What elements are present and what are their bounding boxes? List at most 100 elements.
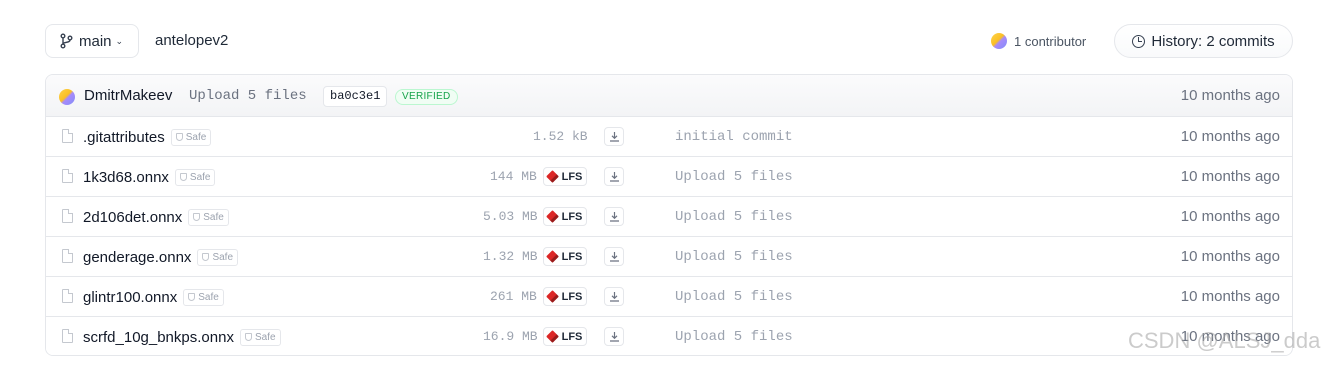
file-commit-message[interactable]: initial commit [675,117,793,157]
table-row: 2d106det.onnx Safe 5.03 MB LFS Upload 5 … [46,197,1292,237]
file-time: 10 months ago [1180,208,1280,225]
verified-badge: VERIFIED [395,89,458,105]
lfs-label: LFS [561,290,583,303]
file-icon [62,129,73,143]
safe-label: Safe [254,331,276,343]
file-name-link[interactable]: genderage.onnx [83,249,191,266]
lfs-icon [545,290,559,303]
file-time: 10 months ago [1180,168,1280,185]
lfs-icon [545,210,559,223]
file-commit-message[interactable]: Upload 5 files [675,317,793,355]
contributors-link[interactable]: 1 contributor [991,24,1086,58]
download-icon [609,292,619,302]
table-row: .gitattributes Safe 1.52 kB initial comm… [46,117,1292,157]
lfs-badge[interactable]: LFS [543,247,587,266]
safe-badge[interactable]: Safe [239,328,281,346]
safe-badge[interactable]: Safe [197,248,239,266]
commit-message-link[interactable]: Upload 5 files [189,75,307,117]
lfs-label: LFS [561,250,583,263]
lfs-badge[interactable]: LFS [543,167,587,186]
file-icon [62,289,73,303]
file-commit-message[interactable]: Upload 5 files [675,197,793,237]
history-label: History: 2 commits [1151,32,1275,50]
file-size: 5.03 MB [483,209,538,224]
safe-label: Safe [198,291,219,303]
file-commit-message[interactable]: Upload 5 files [675,277,793,317]
file-table: DmitrMakeev Upload 5 files ba0c3e1 VERIF… [45,74,1293,356]
file-icon [62,209,73,223]
file-name-link[interactable]: scrfd_10g_bnkps.onnx [83,329,234,346]
commit-author-link[interactable]: DmitrMakeev [84,75,172,117]
file-name-link[interactable]: 1k3d68.onnx [83,169,169,186]
branch-icon [60,33,73,49]
download-button[interactable] [604,247,624,266]
download-button[interactable] [604,287,624,306]
file-name-link[interactable]: .gitattributes [83,129,165,146]
download-icon [609,212,619,222]
lfs-icon [545,250,559,263]
file-time: 10 months ago [1180,128,1280,145]
file-time: 10 months ago [1180,248,1280,265]
table-row: glintr100.onnx Safe 261 MB LFS Upload 5 … [46,277,1292,317]
history-button[interactable]: History: 2 commits [1114,24,1293,58]
safe-label: Safe [203,211,224,223]
clock-icon [1132,34,1146,48]
shield-icon [202,253,210,261]
safe-badge[interactable]: Safe [188,208,229,226]
lfs-label: LFS [561,170,583,183]
file-time: 10 months ago [1180,328,1280,345]
download-button[interactable] [604,167,624,186]
file-commit-message[interactable]: Upload 5 files [675,237,793,277]
shield-icon [179,173,187,181]
safe-label: Safe [185,131,207,143]
file-size: 16.9 MB [483,329,538,344]
avatar [59,89,75,105]
file-size: 144 MB [490,169,537,184]
branch-label: main [79,32,112,50]
safe-badge[interactable]: Safe [174,168,216,186]
file-icon [62,329,73,343]
file-icon [62,249,73,263]
table-row: genderage.onnx Safe 1.32 MB LFS Upload 5… [46,237,1292,277]
file-commit-message[interactable]: Upload 5 files [675,157,793,197]
file-name-link[interactable]: 2d106det.onnx [83,209,182,226]
shield-icon [193,213,201,221]
chevron-down-icon: ⌄ [115,35,124,46]
safe-label: Safe [212,251,234,263]
safe-label: Safe [189,171,211,183]
contributors-label: 1 contributor [1014,33,1087,49]
avatar [991,33,1007,49]
file-size: 261 MB [490,289,537,304]
lfs-badge[interactable]: LFS [543,207,587,226]
branch-selector-button[interactable]: main ⌄ [45,24,139,58]
shield-icon [244,333,252,341]
lfs-badge[interactable]: LFS [543,327,587,346]
commit-time: 10 months ago [1180,87,1280,104]
shield-icon [188,293,196,301]
safe-badge[interactable]: Safe [170,128,212,146]
repo-toolbar: main ⌄ antelopev2 1 contributor History:… [45,24,1293,58]
lfs-icon [545,170,559,183]
file-time: 10 months ago [1180,288,1280,305]
download-icon [609,252,619,262]
file-name-link[interactable]: glintr100.onnx [83,289,177,306]
download-button[interactable] [604,127,624,146]
download-button[interactable] [604,327,624,346]
file-size: 1.32 MB [483,249,538,264]
file-icon [62,169,73,183]
download-icon [609,132,619,142]
commit-hash-link[interactable]: ba0c3e1 [323,86,388,107]
download-button[interactable] [604,207,624,226]
download-icon [609,332,619,342]
safe-badge[interactable]: Safe [183,288,224,306]
table-row: scrfd_10g_bnkps.onnx Safe 16.9 MB LFS Up… [46,317,1292,355]
last-commit-row: DmitrMakeev Upload 5 files ba0c3e1 VERIF… [46,75,1292,117]
shield-icon [175,133,183,141]
file-size: 1.52 kB [533,129,588,144]
repo-path: antelopev2 [155,32,229,49]
table-row: 1k3d68.onnx Safe 144 MB LFS Upload 5 fil… [46,157,1292,197]
download-icon [609,172,619,182]
lfs-label: LFS [561,210,583,223]
lfs-icon [545,330,559,343]
lfs-badge[interactable]: LFS [543,287,587,306]
